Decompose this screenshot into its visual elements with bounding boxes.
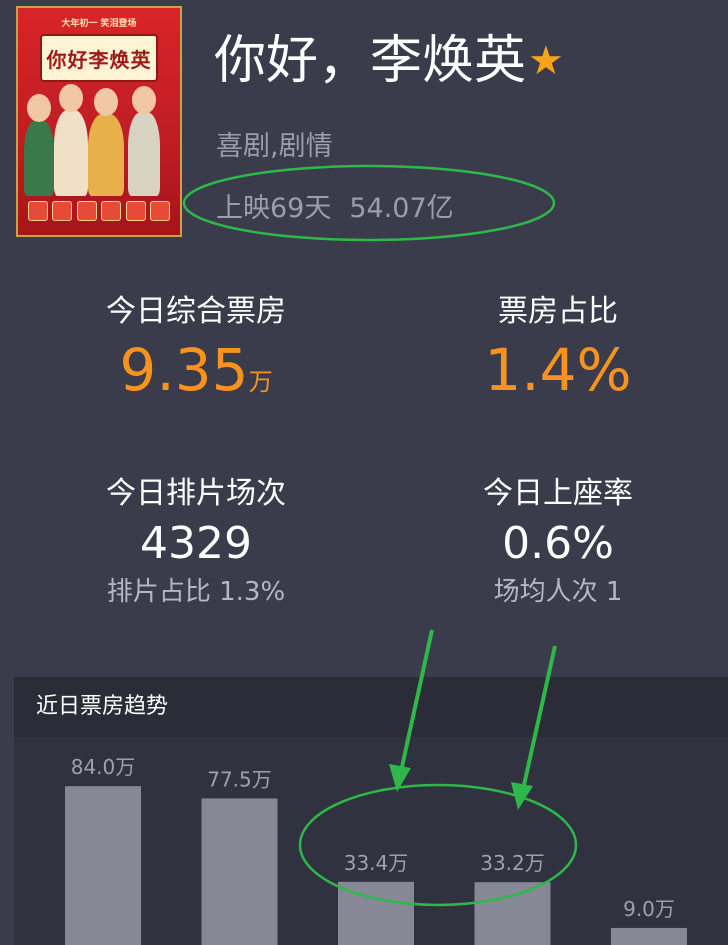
stat-label: 今日排片场次	[106, 476, 286, 511]
star-icon[interactable]: ★	[528, 26, 564, 96]
trend-bar-value-label: 84.0万	[71, 755, 136, 779]
trend-bar[interactable]	[611, 927, 687, 945]
trend-bar[interactable]	[65, 786, 141, 945]
movie-title: 你好，李焕英	[214, 31, 527, 91]
stat-label: 今日上座率	[483, 476, 633, 511]
trend-bar-value-label: 77.5万	[207, 767, 272, 791]
screening-share: 排片占比 1.3%	[106, 577, 286, 607]
trend-bar-value-label: 33.2万	[480, 851, 545, 875]
movie-genres: 喜剧,剧情	[216, 131, 333, 162]
poster-tagline: 大年初一 笑泪登场	[61, 19, 137, 29]
trend-bar-chart: 84.0万 77.5万 33.4万 33.2万 9.0万	[65, 755, 687, 945]
today-screenings-value: 4329	[140, 518, 252, 569]
total-box-office: 54.07亿	[349, 193, 454, 224]
stat-today-screenings: 今日排片场次 4329 排片占比 1.3%	[74, 474, 318, 610]
avg-attendance: 场均人次 1	[493, 577, 623, 607]
stat-label: 票房占比	[498, 294, 618, 329]
movie-title-row: 你好，李焕英★	[214, 26, 564, 96]
trend-header: 近日票房趋势	[14, 677, 728, 737]
occupancy-value: 0.6%	[502, 518, 614, 569]
stat-today-box-office: 今日综合票房 9.35万	[74, 292, 318, 420]
trend-bar[interactable]	[474, 882, 551, 945]
trend-bar-value-label: 33.4万	[344, 851, 409, 875]
stat-box-office-share: 票房占比 1.4%	[458, 292, 658, 408]
box-office-share-value: 1.4%	[484, 336, 632, 404]
stat-today-occupancy: 今日上座率 0.6% 场均人次 1	[448, 474, 668, 610]
box-office-trend-panel: 近日票房趋势 84.0万 77.5万 33.4万 33.2万 9.0万	[14, 677, 728, 945]
stat-label: 今日综合票房	[106, 294, 286, 329]
trend-bar[interactable]	[338, 881, 414, 945]
trend-bar-value-label: 9.0万	[623, 897, 675, 921]
poster-illustration	[24, 84, 174, 196]
poster-title: 你好李焕英	[40, 34, 158, 82]
release-days: 上映69天	[216, 193, 332, 224]
today-box-office-value: 9.35万	[119, 336, 273, 404]
release-info: 上映69天 54.07亿	[216, 186, 454, 225]
movie-poster[interactable]: 大年初一 笑泪登场 你好李焕英	[16, 6, 182, 237]
poster-footer	[28, 201, 170, 225]
trend-bar[interactable]	[201, 798, 278, 945]
